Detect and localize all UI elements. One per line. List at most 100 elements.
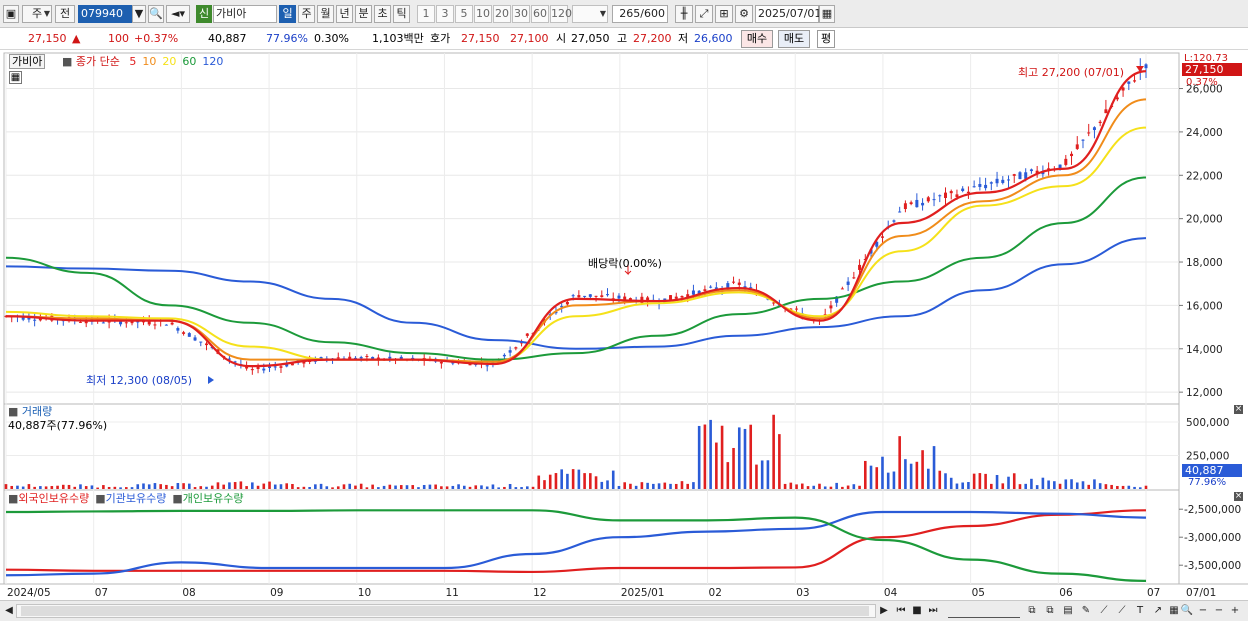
volume-bar xyxy=(474,485,478,489)
volume-bar xyxy=(589,473,592,489)
calendar-icon[interactable]: ▦ xyxy=(819,5,835,23)
tab-period-1[interactable]: 주 xyxy=(298,5,315,23)
scroll-track[interactable] xyxy=(16,604,876,618)
chart-area[interactable]: 26,000 24,000 22,000 20,000 18,000 16,000 14,0… xyxy=(0,52,1248,600)
chart-canvas[interactable]: 26,00024,00022,00020,00018,00016,00014,0… xyxy=(0,52,1248,600)
ma-period-5[interactable]: 5 xyxy=(129,55,136,68)
volume-bar xyxy=(715,442,718,489)
tab-period-4[interactable]: 분 xyxy=(355,5,372,23)
volume-bar xyxy=(302,486,306,489)
layout-icon[interactable]: ▤ xyxy=(1060,604,1076,618)
interval-button-120[interactable]: 120 xyxy=(550,5,572,23)
line-tool-icon[interactable]: ⟋ xyxy=(1096,604,1112,618)
copy-icon[interactable]: ⧉ xyxy=(1024,604,1040,618)
x-tick-label: 11 xyxy=(445,587,458,599)
buy-button[interactable]: 매수 xyxy=(741,30,773,48)
volume-bar xyxy=(915,461,919,489)
date-field[interactable]: 2025/07/01 xyxy=(755,5,821,23)
table-icon[interactable]: ▦ xyxy=(9,71,22,84)
scroll-thumb[interactable] xyxy=(21,606,869,616)
tab-period-5[interactable]: 초 xyxy=(374,5,391,23)
volume-bar xyxy=(239,481,243,489)
legend-0[interactable]: 외국인보유수량 xyxy=(18,492,89,505)
zoom-slider[interactable] xyxy=(948,604,1020,618)
candle-body xyxy=(502,354,506,357)
volume-bar xyxy=(600,481,604,489)
candle-body xyxy=(966,191,970,194)
tab-period-2[interactable]: 월 xyxy=(317,5,334,23)
window-icon[interactable]: ⧉ xyxy=(1042,604,1058,618)
window-icon[interactable]: ▣ xyxy=(3,5,19,23)
ask-price: 27,150 xyxy=(461,32,500,45)
candle-body xyxy=(594,295,598,297)
search-icon[interactable]: 🔍 xyxy=(148,5,164,23)
text-tool-icon[interactable]: T xyxy=(1132,604,1148,618)
volume-bar xyxy=(61,484,65,489)
gear-icon[interactable]: ⚙ xyxy=(735,5,753,23)
drawing-tool-icon[interactable]: ⤢ xyxy=(695,5,713,23)
bar-count-field[interactable]: 265/600 xyxy=(612,5,668,23)
volume-bar xyxy=(932,446,936,489)
forward-icon[interactable]: ⏭ xyxy=(926,604,940,618)
interval-button-20[interactable]: 20 xyxy=(493,5,511,23)
ma-period-120[interactable]: 120 xyxy=(202,55,223,68)
ma-period-60[interactable]: 60 xyxy=(182,55,196,68)
stock-code-input[interactable]: 079940 xyxy=(78,5,132,23)
volume-bar xyxy=(531,486,535,489)
volume-bar xyxy=(1041,477,1045,489)
interval-button-3[interactable]: 3 xyxy=(436,5,454,23)
volume-bar xyxy=(526,486,529,489)
sell-button[interactable]: 매도 xyxy=(778,30,810,48)
close-icon[interactable]: × xyxy=(1234,492,1243,501)
period-select[interactable]: 주 ▼ xyxy=(22,5,52,23)
tab-period-3[interactable]: 년 xyxy=(336,5,353,23)
indicator-icon[interactable]: ⊞ xyxy=(715,5,733,23)
tab-period-6[interactable]: 틱 xyxy=(393,5,410,23)
ma-period-20[interactable]: 20 xyxy=(162,55,176,68)
zoom-out-icon[interactable]: − xyxy=(1196,604,1210,618)
fib-tool-icon[interactable]: ⟋ xyxy=(1114,604,1130,618)
interval-button-1[interactable]: 1 xyxy=(417,5,435,23)
pencil-icon[interactable]: ✎ xyxy=(1078,604,1094,618)
tab-period-0[interactable]: 일 xyxy=(279,5,296,23)
volume-bar xyxy=(1007,476,1010,489)
volume-bar xyxy=(548,474,552,489)
minus-icon[interactable]: − xyxy=(1212,604,1226,618)
interval-button-5[interactable]: 5 xyxy=(455,5,473,23)
zoom-search-icon[interactable]: 🔍 xyxy=(1180,604,1194,618)
volume-bar xyxy=(571,469,575,489)
code-dropdown-icon[interactable]: ▼ xyxy=(132,5,146,23)
volume-bar xyxy=(199,486,203,489)
interval-custom-select[interactable]: ▼ xyxy=(572,5,608,23)
scroll-left-icon[interactable]: ◀ xyxy=(3,604,15,618)
candle-body xyxy=(176,328,180,331)
volume-bar xyxy=(84,486,88,489)
low-annotation: 최저 12,300 (08/05) xyxy=(86,374,193,387)
holding-legend: ■외국인보유수량 ■기관보유수량 ■개인보유수량 xyxy=(8,492,244,505)
prev-button[interactable]: 전 xyxy=(55,5,75,23)
volume-bar xyxy=(1127,485,1131,489)
price-pane-title[interactable]: 가비아 xyxy=(9,54,46,69)
zoom-in-icon[interactable]: + xyxy=(1228,604,1242,618)
rewind-icon[interactable]: ⏮ xyxy=(894,604,908,618)
interval-button-60[interactable]: 60 xyxy=(531,5,549,23)
stock-name-field[interactable]: 가비아 xyxy=(213,5,277,23)
volume-bar xyxy=(949,477,953,489)
current-price: 27,150 xyxy=(28,32,67,45)
arrow-tool-icon[interactable]: ↗ xyxy=(1150,604,1166,618)
volume-bar xyxy=(497,487,500,489)
candle-body xyxy=(577,295,581,298)
interval-button-30[interactable]: 30 xyxy=(512,5,530,23)
volume-bar xyxy=(56,485,59,489)
volume-bar xyxy=(629,483,632,489)
legend-2[interactable]: 개인보유수량 xyxy=(183,492,244,505)
close-icon[interactable]: × xyxy=(1234,405,1243,414)
ma-period-10[interactable]: 10 xyxy=(142,55,156,68)
sound-icon[interactable]: ◄▾ xyxy=(166,5,190,23)
interval-button-10[interactable]: 10 xyxy=(474,5,492,23)
legend-1[interactable]: 기관보유수량 xyxy=(106,492,167,505)
avg-button[interactable]: 평 xyxy=(817,30,835,48)
stop-icon[interactable]: ■ xyxy=(910,604,924,618)
scroll-right-icon[interactable]: ▶ xyxy=(878,604,890,618)
candle-type-icon[interactable]: ╫ xyxy=(675,5,693,23)
